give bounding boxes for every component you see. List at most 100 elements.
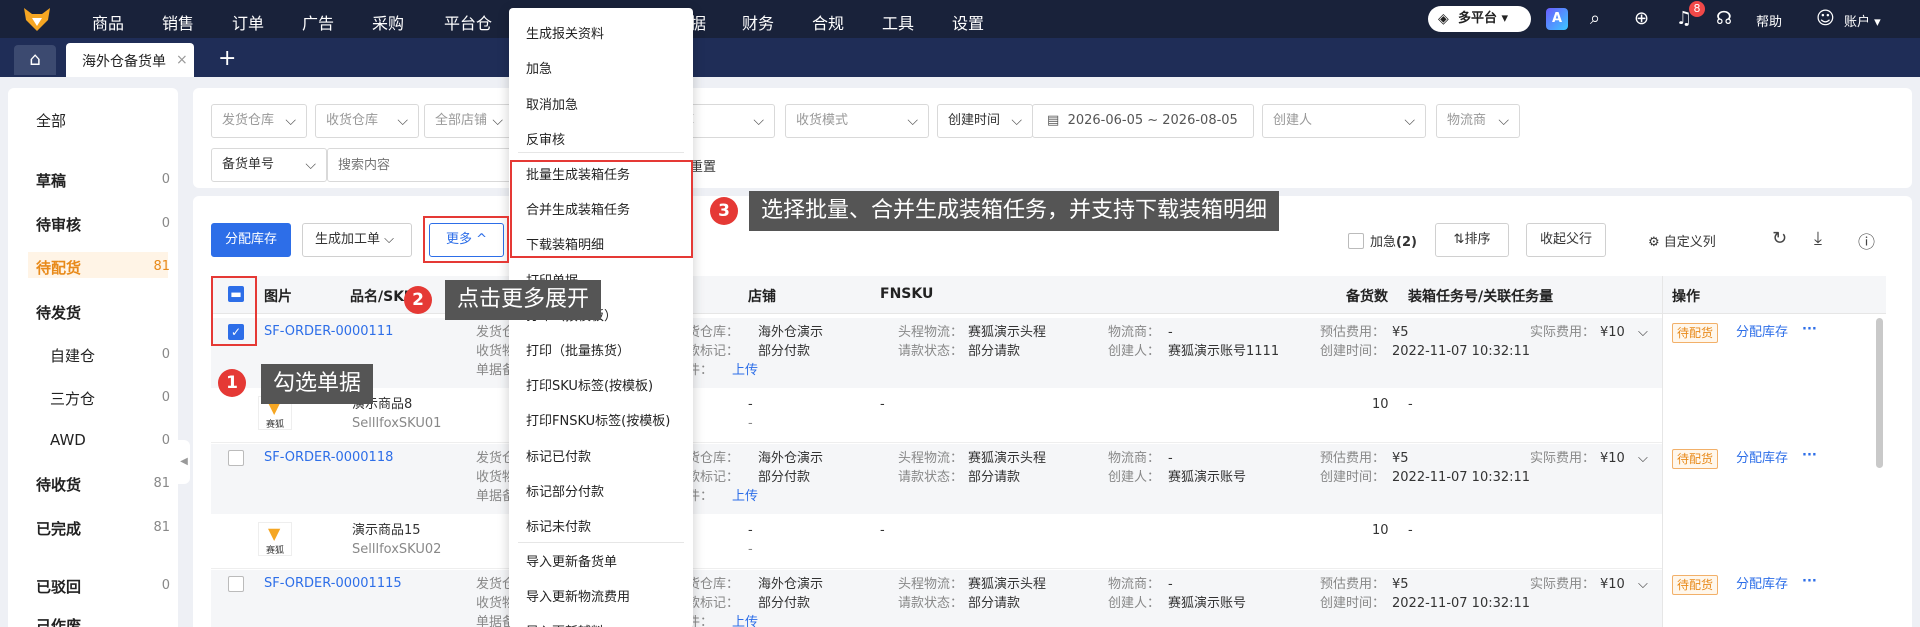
order-checkbox[interactable] [228,576,244,592]
actual-label: 实际费用： [1530,451,1596,466]
allocate-stock-button[interactable]: 分配库存 [211,223,291,257]
time-type-select[interactable]: 创建时间 ⌵ [937,104,1033,138]
order-id-link[interactable]: SF-ORDER-00001115 [264,574,402,593]
sidebar-item-9[interactable]: 已完成 [36,518,81,539]
order-no-type-select[interactable]: 备货单号 ⌵ [211,148,327,182]
order-id-link[interactable]: SF-ORDER-0000111 [264,322,393,341]
menu-item-9[interactable]: 打印（批量拣货） [526,340,630,359]
tab-overseas-stock-order[interactable]: 海外仓备货单 [66,43,194,77]
sidebar-item-11[interactable]: 己作废 [36,615,81,627]
menu-item-1[interactable]: 加急 [526,58,552,77]
menu-item-2[interactable]: 取消加急 [526,94,578,113]
sidebar-item-0[interactable]: 全部 [36,110,66,131]
order-id-link[interactable]: SF-ORDER-0000118 [264,448,393,467]
allocate-link[interactable]: 分配库存 [1736,575,1788,594]
est-label: 预估费用： [1320,325,1386,340]
store-sub-value: - [748,542,753,557]
chevron-down-icon[interactable]: ⌵ [1638,575,1648,594]
search-icon[interactable]: ⌕ [1590,8,1600,29]
nav-item-settings[interactable]: 设置 [952,10,984,34]
highlight-box-box-tasks [510,160,693,258]
sidebar-item-10[interactable]: 已驳回 [36,576,81,597]
sort-button[interactable]: ⇅排序 [1435,223,1509,257]
head-value: 赛狐演示头程 [968,325,1047,340]
menu-item-16[interactable]: 导入更新物流费用 [526,586,630,605]
sidebar-item-6[interactable]: 三方仓 [50,388,95,409]
recv-warehouse-select[interactable]: 收货仓库 ⌵ [315,104,419,138]
chevron-down-icon: ⌵ [305,157,316,173]
add-tab-icon[interactable]: + [218,46,236,71]
ai-assistant-icon[interactable]: A [1546,8,1568,30]
date-range-picker[interactable]: ▤ 2026-06-05 ~ 2026-08-05 [1032,104,1254,138]
menu-item-12[interactable]: 标记已付款 [526,446,591,465]
lp-value: - [1168,325,1173,340]
fnsku-value: - [880,523,885,538]
nav-item-ads[interactable]: 广告 [302,10,334,34]
nav-item-tools[interactable]: 工具 [882,10,914,34]
nav-item-platform-warehouse[interactable]: 平台仓 [444,10,492,34]
account-menu[interactable]: 账户 ▾ [1844,11,1881,30]
menu-item-17[interactable]: 导入更新辅料 [526,621,604,627]
menu-item-15[interactable]: 导入更新备货单 [526,551,617,570]
nav-item-compliance[interactable]: 合规 [812,10,844,34]
chevron-down-icon[interactable]: ⌵ [1638,449,1648,468]
home-tab[interactable]: ⌂ [14,45,56,75]
close-tab-icon[interactable]: × [176,52,188,68]
help-link[interactable]: 帮助 [1756,11,1782,30]
upload-link[interactable]: 上传 [732,361,758,380]
upload-link[interactable]: 上传 [732,487,758,506]
search-input[interactable] [327,148,517,182]
creator-label: 创建人： [1108,470,1161,485]
download-circle-icon[interactable]: ⊕ [1634,8,1649,29]
recv-wh-value: 海外仓演示 [758,325,824,340]
collapse-sidebar-icon[interactable]: ◀ [178,440,190,484]
menu-item-0[interactable]: 生成报关资料 [526,23,604,42]
user-icon[interactable]: ☺ [1816,8,1835,29]
allocate-link[interactable]: 分配库存 [1736,323,1788,342]
store-select[interactable]: 全部店铺 ⌵ [424,104,514,138]
ctime-label: 创建时间： [1320,344,1386,359]
more-dots-icon[interactable]: ··· [1802,446,1817,465]
refresh-icon[interactable]: ↻ [1772,228,1787,249]
sidebar-item-4[interactable]: 待发货 [36,302,81,323]
sidebar-item-8[interactable]: 待收货 [36,474,81,495]
est-label: 预估费用： [1320,577,1386,592]
logistics-select[interactable]: 物流商 ⌵ [1436,104,1520,138]
ship-warehouse-select[interactable]: 发货仓库 ⌵ [211,104,307,138]
collapse-parent-button[interactable]: 收起父行 [1526,223,1606,257]
generate-process-button[interactable]: 生成加工单 ⌵ [302,223,412,257]
menu-item-10[interactable]: 打印SKU标签(按模板) [526,375,653,394]
callout-text-1: 勾选单据 [261,364,374,404]
nav-item-finance[interactable]: 财务 [742,10,774,34]
sidebar-item-1[interactable]: 草稿 [36,170,66,191]
download-icon[interactable]: ⤓ [1814,228,1822,249]
nav-item-orders[interactable]: 订单 [232,10,264,34]
menu-item-3[interactable]: 反审核 [526,129,565,148]
nav-item-products[interactable]: 商品 [92,10,124,34]
more-dots-icon[interactable]: ··· [1802,572,1817,591]
creator-select[interactable]: 创建人 ⌵ [1262,104,1426,138]
reset-button[interactable]: 重置 [690,156,716,175]
recv-mode-select[interactable]: 收货模式 ⌵ [785,104,929,138]
nav-item-purchase[interactable]: 采购 [372,10,404,34]
menu-item-14[interactable]: 标记未付款 [526,516,591,535]
custom-columns-button[interactable]: ⚙ 自定义列 [1648,231,1716,250]
menu-item-13[interactable]: 标记部分付款 [526,481,604,500]
menu-item-11[interactable]: 打印FNSKU标签(按模板) [526,410,670,429]
chevron-down-icon[interactable]: ⌵ [1638,323,1648,342]
sidebar-item-2[interactable]: 待审核 [36,214,81,235]
more-dots-icon[interactable]: ··· [1802,320,1817,339]
table-scrollbar[interactable] [1876,318,1883,468]
chevron-down-icon: ⌵ [285,113,296,129]
nav-item-sales[interactable]: 销售 [162,10,194,34]
sidebar-item-7[interactable]: AWD [50,431,86,449]
order-checkbox[interactable] [228,450,244,466]
upload-link[interactable]: 上传 [732,613,758,627]
sidebar-item-3[interactable]: 待配货 [36,257,81,278]
urgent-checkbox[interactable] [1348,233,1364,249]
allocate-link[interactable]: 分配库存 [1736,449,1788,468]
sidebar-item-5[interactable]: 自建仓 [50,345,95,366]
fox-logo-icon[interactable] [22,6,52,32]
help-circle-icon[interactable]: ⓘ [1858,228,1875,253]
headset-icon[interactable]: ☊ [1716,8,1732,29]
